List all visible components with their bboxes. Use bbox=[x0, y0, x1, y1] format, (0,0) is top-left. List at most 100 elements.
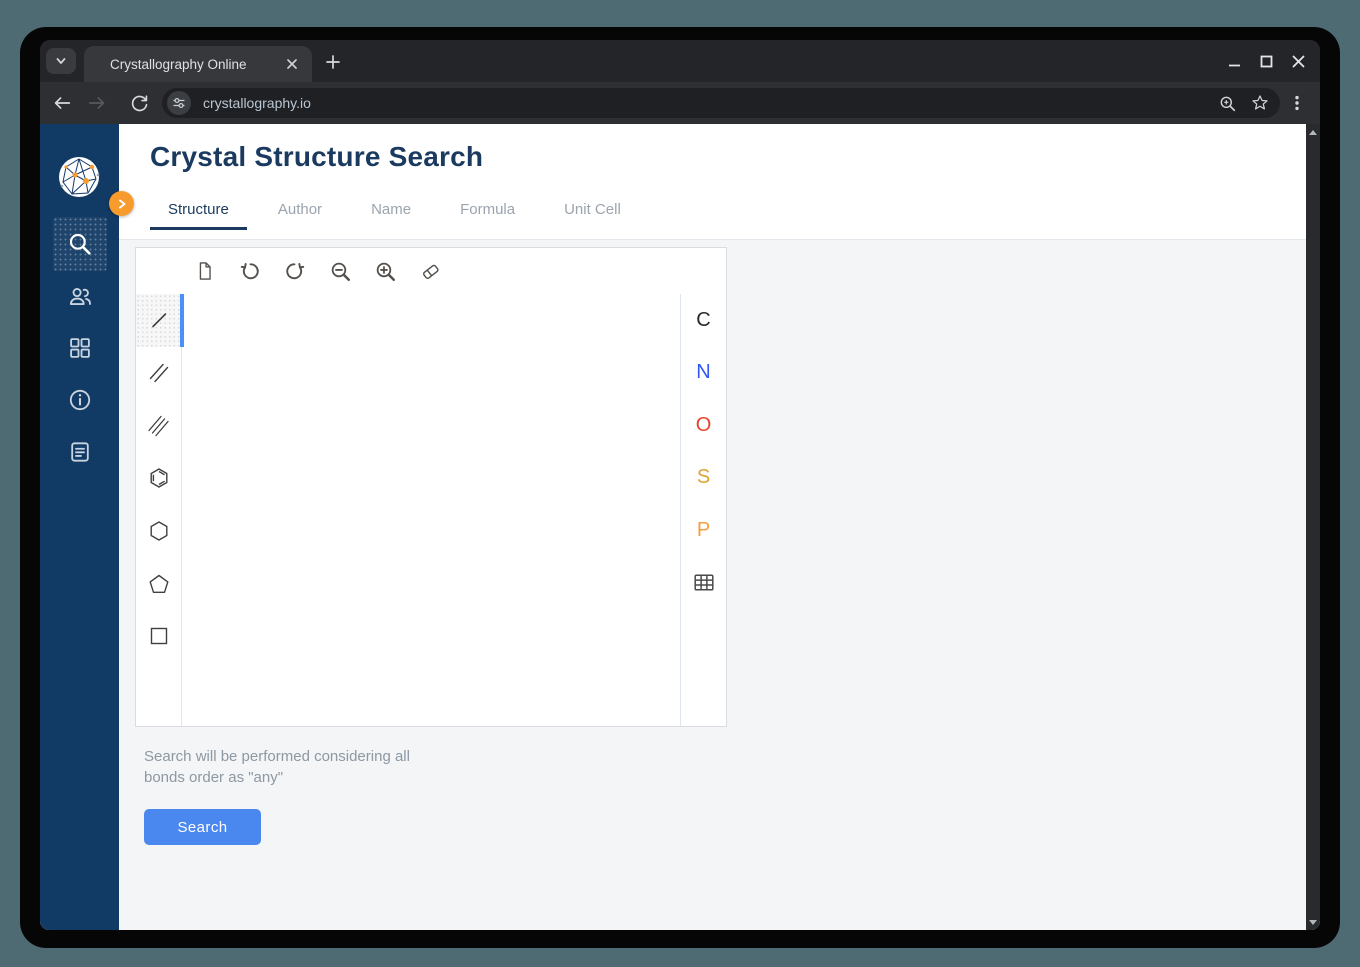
scroll-down-arrow[interactable] bbox=[1306, 914, 1320, 930]
element-oxygen[interactable]: O bbox=[681, 399, 726, 452]
redo-button[interactable] bbox=[283, 259, 307, 283]
search-icon bbox=[67, 231, 93, 257]
sidebar-item-search[interactable] bbox=[53, 217, 107, 271]
web-page: Crystal Structure Search Structure Autho… bbox=[40, 124, 1320, 930]
pentagon-ring-icon bbox=[144, 569, 174, 599]
zoom-out-button[interactable] bbox=[328, 259, 352, 283]
back-arrow-icon bbox=[51, 92, 73, 114]
tab-unit-cell[interactable]: Unit Cell bbox=[546, 195, 639, 230]
window-controls bbox=[1218, 40, 1314, 82]
sketcher-toolbar bbox=[136, 248, 726, 294]
tool-cyclopentane[interactable] bbox=[136, 557, 181, 610]
minimize-button[interactable] bbox=[1218, 46, 1250, 76]
page-scrollbar[interactable] bbox=[1306, 124, 1320, 930]
browser-tab[interactable]: Crystallography Online bbox=[84, 46, 312, 82]
sidebar-item-info[interactable] bbox=[53, 373, 107, 427]
maximize-button[interactable] bbox=[1250, 46, 1282, 76]
browser-window: Crystallography Online bbox=[40, 40, 1320, 930]
zoom-in-button[interactable] bbox=[373, 259, 397, 283]
close-icon bbox=[1292, 55, 1305, 68]
tool-triple-bond[interactable] bbox=[136, 399, 181, 452]
triple-bond-icon bbox=[144, 411, 174, 441]
tool-single-bond[interactable] bbox=[136, 294, 181, 347]
bond-tool-palette bbox=[136, 294, 181, 726]
tool-benzene[interactable] bbox=[136, 452, 181, 505]
document-icon bbox=[67, 439, 93, 465]
tab-name[interactable]: Name bbox=[353, 195, 429, 230]
redo-icon bbox=[284, 260, 306, 282]
back-button[interactable] bbox=[47, 88, 77, 118]
grid-icon bbox=[67, 335, 93, 361]
sidebar-item-apps[interactable] bbox=[53, 321, 107, 375]
zoom-indicator-button[interactable] bbox=[1214, 90, 1240, 116]
star-icon bbox=[1250, 93, 1270, 113]
network-globe-icon bbox=[57, 155, 101, 199]
close-icon bbox=[287, 59, 297, 69]
browser-menu-button[interactable] bbox=[1283, 89, 1311, 117]
zoom-in-icon bbox=[374, 260, 397, 283]
new-tab-button[interactable] bbox=[320, 49, 346, 75]
undo-button[interactable] bbox=[238, 259, 262, 283]
square-ring-icon bbox=[144, 621, 174, 651]
tool-double-bond[interactable] bbox=[136, 347, 181, 400]
undo-icon bbox=[239, 260, 261, 282]
hexagon-ring-icon bbox=[144, 516, 174, 546]
element-phosphorus[interactable]: P bbox=[681, 504, 726, 557]
element-nitrogen[interactable]: N bbox=[681, 347, 726, 400]
element-palette: C N O S P bbox=[681, 294, 726, 726]
element-sulfur[interactable]: S bbox=[681, 452, 726, 505]
main-content: Crystal Structure Search Structure Autho… bbox=[119, 124, 1306, 930]
sidebar-expand-badge[interactable] bbox=[109, 191, 134, 216]
tune-icon bbox=[172, 96, 186, 110]
sidebar-item-news[interactable] bbox=[53, 425, 107, 479]
people-icon bbox=[67, 283, 93, 309]
tab-structure[interactable]: Structure bbox=[150, 195, 247, 230]
search-button[interactable]: Search bbox=[144, 809, 261, 845]
chevron-down-icon bbox=[52, 52, 70, 70]
triangle-down-icon bbox=[1309, 920, 1317, 925]
page-title: Crystal Structure Search bbox=[150, 141, 483, 173]
forward-arrow-icon bbox=[86, 92, 108, 114]
new-document-button[interactable] bbox=[193, 259, 217, 283]
search-mode-tabs: Structure Author Name Formula Unit Cell bbox=[150, 195, 652, 230]
tool-cyclohexane[interactable] bbox=[136, 505, 181, 558]
eraser-button[interactable] bbox=[418, 259, 442, 283]
app-sidebar bbox=[40, 124, 119, 930]
sketcher-canvas[interactable] bbox=[181, 294, 681, 726]
reload-icon bbox=[129, 93, 150, 114]
site-settings-button[interactable] bbox=[167, 91, 191, 115]
tab-author[interactable]: Author bbox=[260, 195, 340, 230]
reload-button[interactable] bbox=[124, 88, 154, 118]
tab-title: Crystallography Online bbox=[110, 57, 282, 72]
magnifier-icon bbox=[1218, 94, 1237, 113]
address-bar[interactable]: crystallography.io bbox=[162, 88, 1280, 118]
zoom-out-icon bbox=[329, 260, 352, 283]
note-line-1: Search will be performed considering all bbox=[144, 746, 410, 767]
element-carbon[interactable]: C bbox=[681, 294, 726, 347]
periodic-table-button[interactable] bbox=[681, 557, 726, 610]
tab-close-button[interactable] bbox=[282, 54, 302, 74]
info-icon bbox=[67, 387, 93, 413]
periodic-table-icon bbox=[694, 574, 714, 591]
forward-button[interactable] bbox=[82, 88, 112, 118]
triangle-up-icon bbox=[1309, 130, 1317, 135]
tab-search-button[interactable] bbox=[46, 48, 76, 74]
maximize-icon bbox=[1260, 55, 1273, 68]
tab-strip: Crystallography Online bbox=[40, 40, 1320, 82]
tool-cyclobutane[interactable] bbox=[136, 610, 181, 663]
scroll-up-arrow[interactable] bbox=[1306, 124, 1320, 140]
molecule-sketcher: C N O S P bbox=[135, 247, 727, 727]
window-frame: Crystallography Online bbox=[20, 27, 1340, 948]
tab-formula[interactable]: Formula bbox=[442, 195, 533, 230]
new-document-icon bbox=[194, 260, 216, 282]
note-line-2: bonds order as "any" bbox=[144, 767, 410, 788]
browser-toolbar: crystallography.io bbox=[40, 82, 1320, 124]
close-window-button[interactable] bbox=[1282, 46, 1314, 76]
minimize-icon bbox=[1228, 55, 1241, 68]
bond-order-note: Search will be performed considering all… bbox=[144, 746, 410, 788]
eraser-icon bbox=[419, 260, 442, 283]
sidebar-item-people[interactable] bbox=[53, 269, 107, 323]
selected-tool-indicator bbox=[180, 294, 184, 347]
bookmark-star-button[interactable] bbox=[1247, 90, 1273, 116]
crystallography-logo[interactable] bbox=[57, 155, 101, 199]
